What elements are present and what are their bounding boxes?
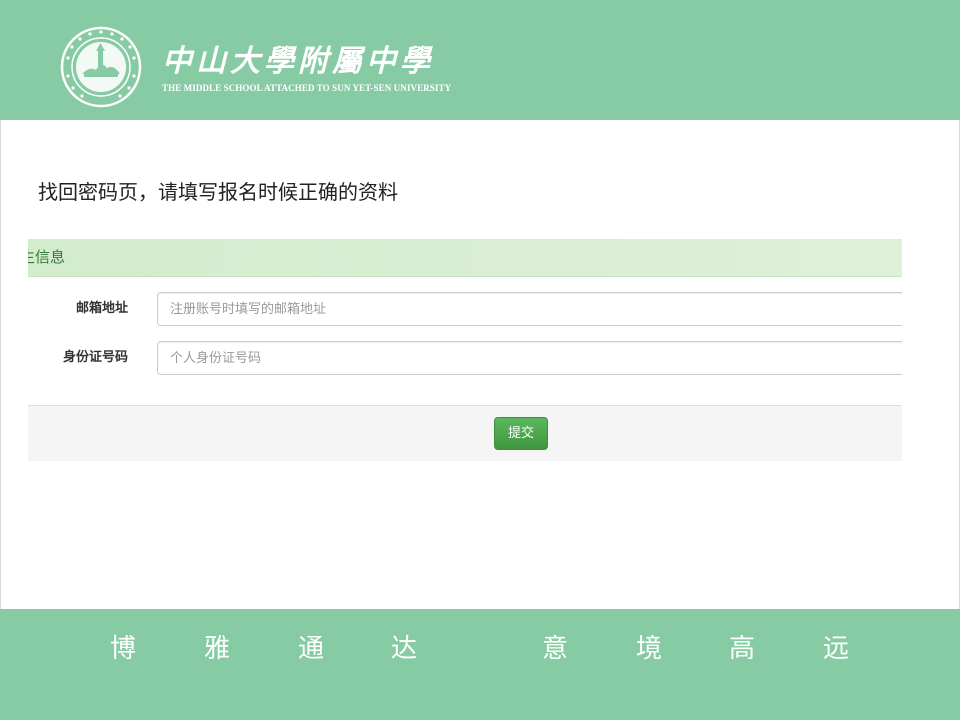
id-number-label: 身份证号码 — [62, 350, 128, 365]
site-header: 中山大學附屬中學 THE MIDDLE SCHOOL ATTACHED TO S… — [0, 0, 960, 120]
motto-char: 达 — [390, 634, 417, 664]
email-input[interactable] — [157, 292, 902, 326]
page-title: 找回密码页，请填写报名时候正确的资料 — [38, 180, 398, 204]
panel-footer: 提交 — [28, 405, 902, 461]
motto-char: 雅 — [203, 634, 230, 664]
submit-button[interactable]: 提交 — [494, 417, 548, 450]
motto-char: 意 — [541, 634, 568, 664]
email-label: 邮箱地址 — [75, 301, 128, 316]
site-footer: 博 雅 通 达 意 境 高 远 — [0, 609, 960, 720]
school-emblem-icon — [60, 26, 142, 108]
school-name-en: THE MIDDLE SCHOOL ATTACHED TO SUN YET-SE… — [162, 83, 452, 93]
motto-char: 高 — [728, 634, 755, 664]
panel-title: 生信息 — [28, 248, 66, 266]
recovery-form-panel: 生信息 邮箱地址 身份证号码 提交 — [28, 239, 902, 461]
school-name-cn: 中山大學附屬中學 — [162, 44, 434, 79]
panel-heading: 生信息 — [28, 239, 902, 277]
school-logo-text: 中山大學附屬中學 THE MIDDLE SCHOOL ATTACHED TO S… — [162, 44, 451, 94]
motto-char: 博 — [109, 634, 136, 664]
id-number-input[interactable] — [157, 341, 902, 375]
motto-char: 境 — [635, 634, 662, 664]
motto-char: 通 — [297, 634, 324, 664]
motto-char: 远 — [822, 634, 849, 664]
